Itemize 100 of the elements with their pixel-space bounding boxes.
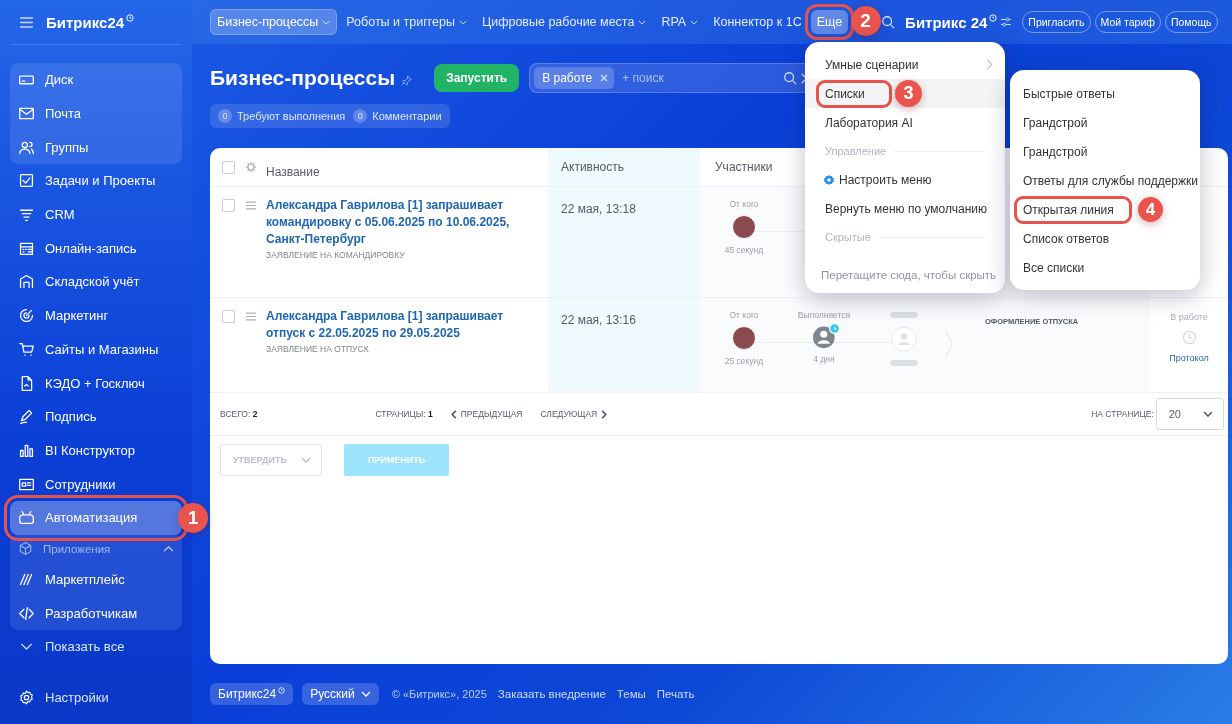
footer-link[interactable]: Печать	[656, 688, 695, 700]
page-number: СТРАНИЦЫ: 1	[375, 409, 433, 419]
avatar-photo[interactable]	[732, 215, 756, 239]
menu-icon[interactable]	[19, 16, 34, 28]
counter-badge: 0	[353, 109, 368, 123]
search-icon[interactable]	[881, 15, 896, 29]
counter-label[interactable]: Комментарии	[372, 110, 442, 122]
sidebar-item[interactable]: Подпись	[10, 399, 182, 434]
menu-item[interactable]: Настроить меню	[805, 165, 1005, 194]
warehouse-icon	[18, 273, 35, 291]
target-icon	[18, 307, 35, 325]
column-header[interactable]: Название	[262, 148, 548, 186]
sidebar-item[interactable]: Складской учёт	[10, 265, 182, 299]
select-all-checkbox[interactable]	[222, 160, 235, 174]
drag-handle-icon[interactable]	[245, 312, 257, 321]
sidebar-item[interactable]: Сайты и Магазины	[10, 332, 182, 367]
process-type: ЗАЯВЛЕНИЕ НА ОТПУСК	[266, 344, 370, 354]
next-page-link[interactable]: СЛЕДУЮЩАЯ	[540, 409, 608, 419]
participant-time: 45 секунд	[724, 245, 764, 255]
menu-item[interactable]: Грандстрой	[1010, 108, 1200, 137]
placeholder-bar	[890, 360, 918, 366]
clock-icon	[1181, 330, 1197, 345]
filter-tag[interactable]: В работе	[534, 67, 615, 89]
close-icon[interactable]	[600, 74, 609, 82]
sliders-icon[interactable]	[1000, 17, 1013, 27]
clock-icon	[126, 14, 135, 22]
settings-button[interactable]: Настройки	[10, 680, 182, 714]
previous-page-link[interactable]: ПРЕДЫДУЩАЯ	[450, 409, 523, 419]
nav-tab[interactable]: Коннектор к 1С	[707, 10, 808, 34]
participant-role: Выполняется	[797, 310, 851, 320]
column-header[interactable]: Активность	[548, 148, 700, 186]
section-title: Приложения	[43, 542, 112, 555]
chevron-down-icon	[300, 457, 311, 463]
status-text: В работе	[1170, 312, 1208, 322]
nav-tab[interactable]: Цифровые рабочие места	[475, 10, 653, 34]
menu-item[interactable]: Быстрые ответы	[1010, 79, 1200, 108]
drag-handle-icon[interactable]	[245, 201, 257, 210]
caret-icon	[458, 19, 467, 25]
settings-icon	[18, 688, 35, 706]
participant-role: От кого	[729, 310, 759, 320]
caret-icon	[690, 19, 699, 25]
footer-link[interactable]: Темы	[616, 688, 646, 700]
row-checkbox[interactable]	[222, 199, 235, 212]
user-clock-icon[interactable]	[813, 323, 840, 350]
sidebar-item[interactable]: Маркетинг	[10, 298, 182, 333]
show-all-button[interactable]: Показать все	[10, 630, 182, 664]
menu-item[interactable]: Ответы для службы поддержки	[1010, 166, 1200, 195]
footer-link[interactable]: Заказать внедрение	[497, 688, 606, 700]
nav-tab[interactable]: Роботы и триггеры	[340, 10, 473, 34]
avatar-photo[interactable]	[732, 326, 756, 350]
pen-icon	[18, 408, 35, 426]
copyright-text: © «Битрикс», 2025	[391, 688, 487, 700]
logo[interactable]: Битрикс 24	[905, 13, 988, 31]
counter-badge: 0	[218, 109, 232, 123]
sidebar-item[interactable]: Диск	[10, 63, 182, 97]
page-title: Бизнес-процессы	[210, 66, 396, 90]
sidebar-item[interactable]: CRM	[10, 197, 182, 232]
menu-item[interactable]: Вернуть меню по умолчанию	[805, 194, 1005, 223]
process-link[interactable]: Александра Гаврилова [1] запрашивает командировку с 05.06.2025 по 10.06.2025, Санкт-Петербург	[266, 197, 540, 248]
brand-button[interactable]: Битрикс24	[210, 683, 294, 705]
menu-section-title: Скрытые	[825, 231, 871, 243]
row-checkbox[interactable]	[222, 310, 235, 323]
gear-icon	[823, 173, 835, 186]
chevron-down-icon	[360, 691, 371, 697]
chevron-down-icon	[1203, 411, 1213, 417]
activity-time: 22 мая, 13:16	[561, 313, 636, 327]
language-select[interactable]: Русский	[302, 683, 379, 705]
per-page-label: НА СТРАНИЦЕ:	[1091, 409, 1154, 419]
sidebar-item[interactable]: КЭДО + Госключ	[10, 366, 182, 400]
sidebar-item[interactable]: Онлайн-запись	[10, 231, 182, 266]
log-link[interactable]: Протокол	[1169, 353, 1209, 363]
cube-icon	[18, 541, 33, 557]
step-badge: 2	[850, 6, 881, 36]
logo[interactable]: Битрикс24	[46, 13, 125, 31]
per-page-select[interactable]: 20	[1155, 398, 1224, 430]
menu-item[interactable]: Список ответов	[1010, 224, 1200, 253]
robot-icon	[18, 509, 35, 527]
nav-tab[interactable]: Бизнес-процессы	[210, 9, 338, 35]
sidebar-item[interactable]: Почта	[10, 96, 182, 131]
menu-item[interactable]: Лаборатория AI	[805, 108, 1005, 137]
gear-icon[interactable]	[245, 161, 257, 173]
participant-time: 4 дня	[813, 354, 835, 364]
counter-label[interactable]: Требуют выполнения	[237, 110, 346, 122]
apps-section-header[interactable]: Приложения	[10, 534, 182, 563]
process-link[interactable]: Александра Гаврилова [1] запрашивает отпуск с 22.05.2025 по 29.05.2025	[266, 308, 540, 342]
sidebar-item[interactable]: Маркетплейс	[10, 562, 182, 597]
checkbox-icon	[18, 172, 35, 190]
pin-icon[interactable]	[401, 74, 413, 86]
menu-item[interactable]: Грандстрой	[1010, 137, 1200, 166]
menu-item[interactable]: Все списки	[1010, 253, 1200, 282]
participant-time: 25 секунд	[724, 356, 764, 366]
sidebar-item[interactable]: Сотрудники	[10, 467, 182, 501]
search-icon[interactable]	[783, 71, 798, 85]
sidebar-item[interactable]: BI Конструктор	[10, 433, 182, 468]
sidebar-item[interactable]: Группы	[10, 130, 182, 165]
chevron-right-icon	[944, 331, 954, 357]
nav-tab[interactable]: RPA	[655, 10, 705, 34]
sidebar-item[interactable]: Разработчикам	[10, 596, 182, 630]
participant-role: От кого	[729, 199, 759, 209]
sidebar-item[interactable]: Задачи и Проекты	[10, 164, 182, 198]
